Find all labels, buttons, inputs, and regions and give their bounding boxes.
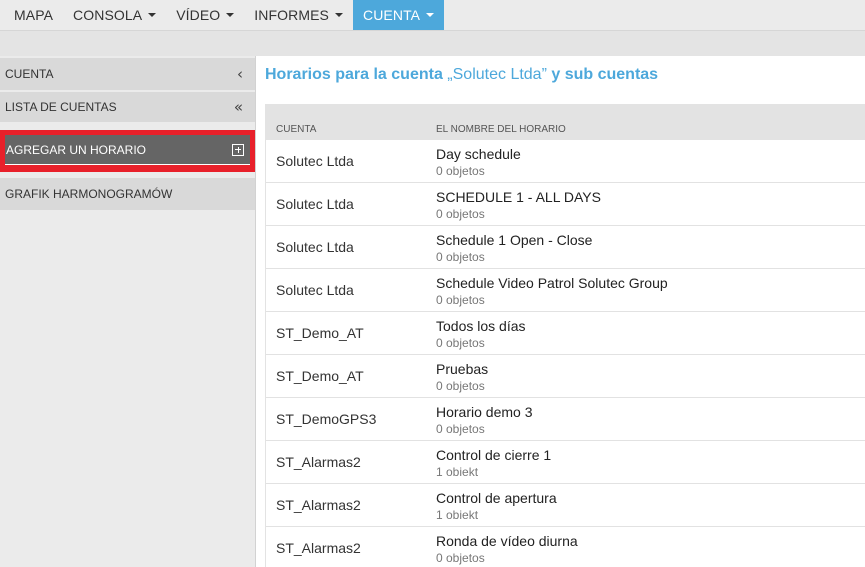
row-schedule-name[interactable]: Ronda de vídeo diurna — [436, 533, 578, 549]
row-object-count: 0 objetos — [436, 336, 485, 350]
caret-down-icon — [426, 13, 435, 17]
row-account: ST_Demo_AT — [276, 325, 364, 341]
nav-informes-label: INFORMES — [254, 7, 329, 23]
sidebar-item-cuenta[interactable]: CUENTA ‹ — [0, 58, 255, 90]
nav-video-label: VÍDEO — [176, 7, 221, 23]
top-nav: MAPA CONSOLA VÍDEO INFORMES CUENTA — [0, 0, 865, 30]
row-account: Solutec Ltda — [276, 153, 354, 169]
sidebar-item-grafik-harmonogramow[interactable]: GRAFIK HARMONOGRAMÓW — [0, 178, 255, 210]
row-object-count: 0 objetos — [436, 164, 485, 178]
sidebar-item-agregar-un-horario[interactable]: AGREGAR UN HORARIO — [5, 135, 250, 165]
page-title-prefix: Horarios para la cuenta — [265, 66, 443, 83]
page-title-suffix: y sub cuentas — [551, 66, 659, 83]
main-content: Horarios para la cuenta „Solutec Ltda” y… — [256, 56, 865, 567]
row-schedule-name[interactable]: Control de cierre 1 — [436, 447, 551, 463]
nav-mapa-label: MAPA — [14, 7, 54, 23]
row-object-count: 0 objetos — [436, 422, 485, 436]
table-row[interactable]: Solutec Ltda Day schedule 0 objetos — [266, 140, 865, 183]
table-row[interactable]: ST_Demo_AT Todos los días 0 objetos — [266, 312, 865, 355]
row-object-count: 0 objetos — [436, 250, 485, 264]
nav-consola[interactable]: CONSOLA — [63, 0, 166, 30]
caret-down-icon — [148, 13, 157, 17]
nav-video[interactable]: VÍDEO — [166, 0, 244, 30]
sidebar-item-lista-de-cuentas[interactable]: LISTA DE CUENTAS « — [0, 92, 255, 122]
row-account: ST_DemoGPS3 — [276, 411, 377, 427]
page-title: Horarios para la cuenta „Solutec Ltda” y… — [265, 66, 658, 84]
row-schedule-name[interactable]: SCHEDULE 1 - ALL DAYS — [436, 189, 601, 205]
row-schedule-name[interactable]: Todos los días — [436, 318, 526, 334]
caret-down-icon — [335, 13, 343, 17]
page-title-account: „Solutec Ltda” — [447, 66, 547, 83]
row-object-count: 0 objetos — [436, 293, 485, 307]
row-schedule-name[interactable]: Pruebas — [436, 361, 488, 377]
plus-square-icon[interactable] — [232, 143, 244, 156]
column-header-cuenta[interactable]: CUENTA — [276, 124, 316, 135]
row-object-count: 0 objetos — [436, 551, 485, 565]
sidebar-item-label: AGREGAR UN HORARIO — [6, 142, 147, 157]
double-chevron-left-icon[interactable]: « — [234, 98, 243, 116]
row-schedule-name[interactable]: Day schedule — [436, 146, 521, 162]
table-row[interactable]: ST_Alarmas2 Control de cierre 1 1 obiekt — [266, 441, 865, 484]
row-account: Solutec Ltda — [276, 239, 354, 255]
column-header-nombre[interactable]: EL NOMBRE DEL HORARIO — [436, 124, 566, 135]
row-schedule-name[interactable]: Horario demo 3 — [436, 404, 533, 420]
schedules-table: CUENTA EL NOMBRE DEL HORARIO Solutec Ltd… — [265, 104, 865, 567]
highlight-box: AGREGAR UN HORARIO — [0, 130, 255, 172]
sidebar-item-label: CUENTA — [5, 67, 54, 81]
table-row[interactable]: Solutec Ltda SCHEDULE 1 - ALL DAYS 0 obj… — [266, 183, 865, 226]
row-object-count: 1 obiekt — [436, 465, 479, 479]
nav-cuenta-label: CUENTA — [363, 7, 421, 23]
row-schedule-name[interactable]: Control de apertura — [436, 490, 557, 506]
table-row[interactable]: ST_DemoGPS3 Horario demo 3 0 objetos — [266, 398, 865, 441]
table-row[interactable]: Solutec Ltda Schedule Video Patrol Solut… — [266, 269, 865, 312]
sub-nav-band — [0, 30, 865, 56]
row-account: ST_Demo_AT — [276, 368, 364, 384]
row-account: Solutec Ltda — [276, 196, 354, 212]
nav-consola-label: CONSOLA — [73, 7, 143, 23]
caret-down-icon — [226, 13, 235, 17]
table-body: Solutec Ltda Day schedule 0 objetos Solu… — [266, 140, 865, 567]
row-object-count: 0 objetos — [436, 379, 485, 393]
table-header: CUENTA EL NOMBRE DEL HORARIO — [265, 118, 865, 140]
row-schedule-name[interactable]: Schedule Video Patrol Solutec Group — [436, 275, 668, 291]
row-account: ST_Alarmas2 — [276, 540, 361, 556]
table-row[interactable]: ST_Demo_AT Pruebas 0 objetos — [266, 355, 865, 398]
table-row[interactable]: Solutec Ltda Schedule 1 Open - Close 0 o… — [266, 226, 865, 269]
sidebar-item-label: GRAFIK HARMONOGRAMÓW — [5, 187, 173, 201]
nav-mapa[interactable]: MAPA — [4, 0, 63, 30]
chevron-left-icon[interactable]: ‹ — [237, 65, 243, 83]
nav-cuenta[interactable]: CUENTA — [353, 0, 445, 30]
sidebar-item-label: LISTA DE CUENTAS — [5, 100, 117, 114]
row-object-count: 1 obiekt — [436, 508, 479, 522]
row-object-count: 0 objetos — [436, 207, 485, 221]
row-schedule-name[interactable]: Schedule 1 Open - Close — [436, 232, 592, 248]
table-row[interactable]: ST_Alarmas2 Control de apertura 1 obiekt — [266, 484, 865, 527]
row-account: Solutec Ltda — [276, 282, 354, 298]
table-row[interactable]: ST_Alarmas2 Ronda de vídeo diurna 0 obje… — [266, 527, 865, 567]
sidebar: CUENTA ‹ LISTA DE CUENTAS « AGREGAR UN H… — [0, 56, 256, 567]
row-account: ST_Alarmas2 — [276, 497, 361, 513]
row-account: ST_Alarmas2 — [276, 454, 361, 470]
nav-informes[interactable]: INFORMES — [244, 0, 353, 30]
